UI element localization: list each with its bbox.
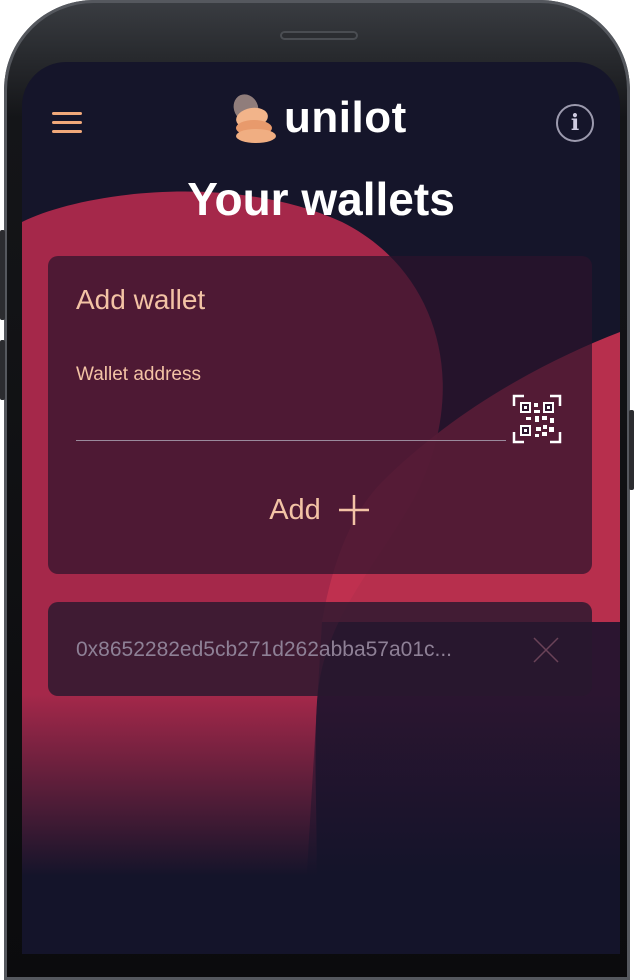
background-fade xyxy=(22,694,620,954)
logo-coins-icon xyxy=(233,94,276,143)
add-wallet-card: Add wallet Wallet address Add xyxy=(48,256,592,574)
add-wallet-button[interactable]: Add xyxy=(48,488,592,532)
phone-side-button xyxy=(0,340,5,400)
page-title: Your wallets xyxy=(187,173,455,225)
brand-name: unilot xyxy=(284,93,407,142)
add-wallet-title: Add wallet xyxy=(76,284,206,315)
app-header: unilot i xyxy=(22,62,620,182)
wallet-address-input[interactable] xyxy=(76,406,506,441)
info-button[interactable]: i xyxy=(556,104,594,142)
app-logo: unilot xyxy=(222,90,407,150)
add-wallet-button-label: Add xyxy=(269,493,321,526)
menu-button[interactable] xyxy=(52,110,84,134)
phone-power-button xyxy=(629,410,634,490)
phone-speaker xyxy=(280,31,358,40)
qr-scan-button[interactable] xyxy=(512,394,562,444)
hamburger-menu-icon xyxy=(52,112,82,115)
phone-frame: unilot i Your wallets Add wallet Wallet … xyxy=(0,0,634,980)
app-screen: unilot i Your wallets Add wallet Wallet … xyxy=(22,62,620,954)
wallet-list-item[interactable]: 0x8652282ed5cb271d262abba57a01c... xyxy=(48,602,592,696)
remove-wallet-button[interactable] xyxy=(530,634,562,666)
phone-volume-button xyxy=(0,230,5,320)
qr-code-scan-icon xyxy=(512,394,562,444)
info-icon: i xyxy=(570,110,580,136)
wallet-address-text: 0x8652282ed5cb271d262abba57a01c... xyxy=(76,638,453,661)
plus-icon xyxy=(338,495,369,525)
wallet-address-label: Wallet address xyxy=(76,364,201,385)
close-icon xyxy=(533,637,559,663)
